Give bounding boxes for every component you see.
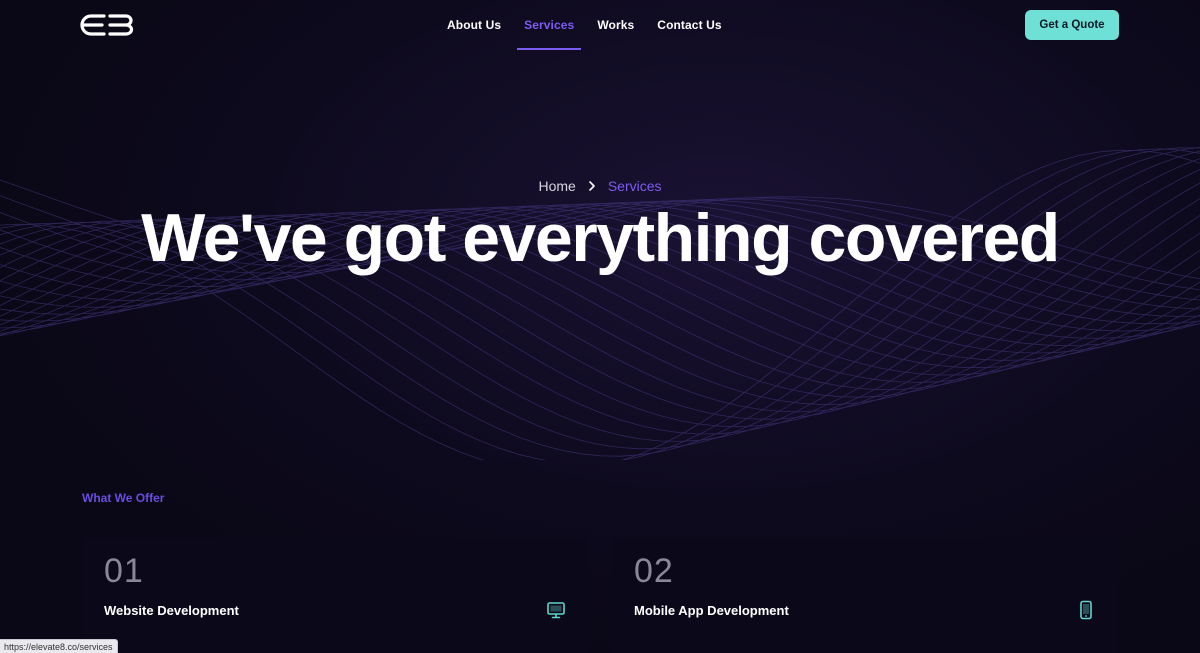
main-nav: About Us Services Works Contact Us: [440, 0, 738, 50]
card-number: 02: [634, 552, 674, 590]
monitor-icon: [547, 602, 565, 619]
nav-active-indicator: [517, 48, 582, 50]
nav-about-us[interactable]: About Us: [440, 0, 508, 50]
page: About Us Services Works Contact Us Get a…: [0, 0, 1200, 653]
service-card-mobile-app-development[interactable]: 02 Mobile App Development: [612, 538, 1118, 653]
breadcrumb-current: Services: [607, 178, 662, 194]
nav-works[interactable]: Works: [590, 0, 641, 50]
wave-line: [0, 147, 1200, 457]
nav-services-label: Services: [524, 18, 575, 32]
site-header: About Us Services Works Contact Us Get a…: [0, 0, 1200, 50]
card-number: 01: [104, 552, 144, 590]
service-card-website-development[interactable]: 01 Website Development: [82, 538, 588, 653]
nav-contact-us[interactable]: Contact Us: [650, 0, 728, 50]
get-a-quote-button[interactable]: Get a Quote: [1025, 10, 1119, 40]
smartphone-icon: [1080, 600, 1092, 620]
card-title: Website Development: [104, 603, 239, 618]
nav-contact-us-label: Contact Us: [657, 18, 722, 32]
get-a-quote-label: Get a Quote: [1039, 19, 1105, 31]
section-label: What We Offer: [82, 491, 165, 505]
nav-works-label: Works: [597, 18, 635, 32]
status-bar-url: https://elevate8.co/services: [0, 639, 118, 653]
nav-about-us-label: About Us: [447, 18, 502, 32]
chevron-right-icon: [589, 181, 595, 191]
breadcrumb-home-link[interactable]: Home: [538, 178, 575, 194]
breadcrumb: Home Services: [0, 178, 1200, 194]
wave-line: [0, 150, 1200, 442]
card-title: Mobile App Development: [634, 603, 789, 618]
logo[interactable]: [80, 12, 136, 38]
page-title: We've got everything covered: [141, 200, 1060, 276]
nav-services[interactable]: Services: [517, 0, 582, 50]
